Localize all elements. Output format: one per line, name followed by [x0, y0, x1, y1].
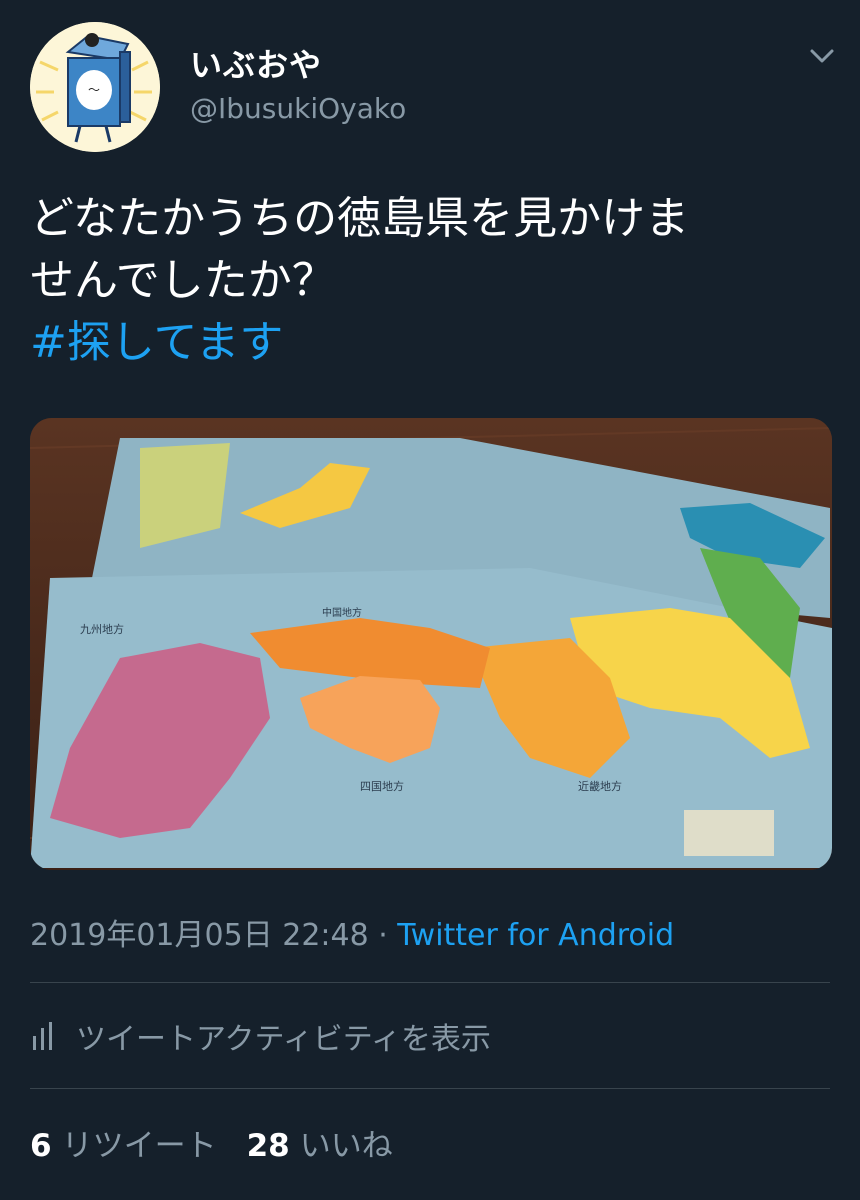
- tweet-stats: 6 リツイート 28 いいね: [30, 1120, 393, 1165]
- timestamp[interactable]: 2019年01月05日 22:48: [30, 918, 369, 953]
- shikoku-label: 四国地方: [360, 779, 404, 793]
- tweet-text: どなたかうちの徳島県を見かけま せんでしたか？ #探してます: [30, 188, 830, 374]
- tweet-photo[interactable]: 九州地方 四国地方 近畿地方 中国地方: [30, 418, 832, 870]
- svg-text:～: ～: [88, 83, 100, 97]
- kinki-label: 近畿地方: [578, 779, 622, 793]
- japan-map-puzzle-photo: 九州地方 四国地方 近畿地方 中国地方: [30, 418, 832, 870]
- like-label[interactable]: いいね: [300, 1128, 393, 1164]
- milk-carton-character-icon: ～: [30, 22, 160, 152]
- tweet-text-line-1: どなたかうちの徳島県を見かけま: [30, 193, 690, 244]
- tweet-meta: 2019年01月05日 22:48 · Twitter for Android: [30, 910, 674, 954]
- tweet-header: ～ いぶおや @IbusukiOyako: [0, 0, 860, 160]
- kyushu-label: 九州地方: [80, 622, 124, 636]
- meta-separator: ·: [368, 918, 398, 953]
- chugoku-label: 中国地方: [322, 606, 362, 619]
- avatar[interactable]: ～: [30, 22, 160, 152]
- tweet-text-line-2: せんでしたか？: [30, 255, 336, 306]
- display-name[interactable]: いぶおや: [190, 40, 322, 86]
- tweet-activity-label: ツイートアクティビティを表示: [76, 1022, 491, 1057]
- divider: [30, 982, 830, 983]
- retweet-count[interactable]: 6: [30, 1128, 52, 1164]
- divider: [30, 1088, 830, 1089]
- tweet-activity-link[interactable]: ツイートアクティビティを表示: [30, 1014, 491, 1058]
- retweet-label[interactable]: リツイート: [62, 1128, 217, 1164]
- bar-chart-icon: [33, 1022, 52, 1050]
- chevron-down-icon[interactable]: [806, 40, 838, 72]
- hashtag-link[interactable]: #探してます: [30, 312, 830, 374]
- source-link[interactable]: Twitter for Android: [397, 918, 674, 953]
- user-handle[interactable]: @IbusukiOyako: [190, 92, 406, 125]
- like-count[interactable]: 28: [247, 1128, 290, 1164]
